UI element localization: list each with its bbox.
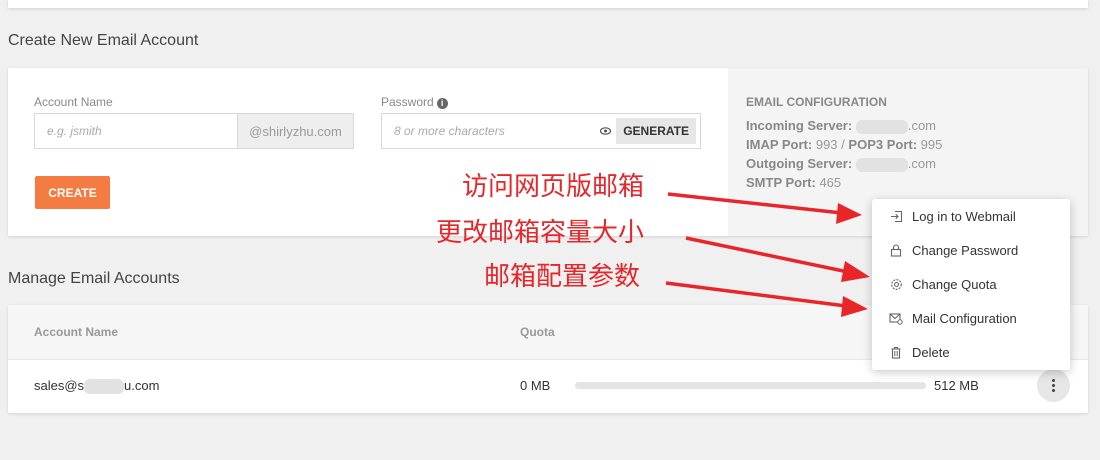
annotation-arrows <box>665 192 870 317</box>
arrow-to-webmail <box>667 192 862 224</box>
arrow-to-change-quota <box>685 236 870 282</box>
arrow-to-mail-configuration <box>665 281 868 317</box>
